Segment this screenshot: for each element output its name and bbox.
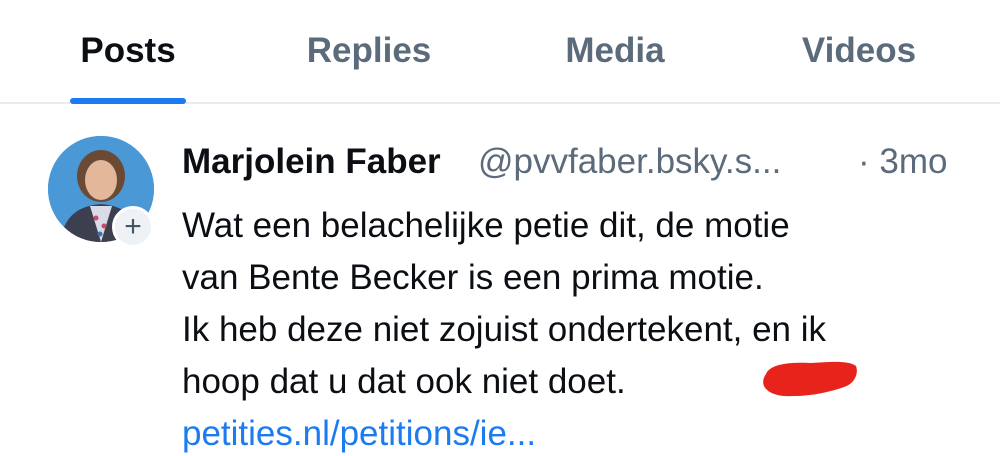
post-link[interactable]: petities.nl/petitions/ie... (182, 408, 972, 456)
tab-posts[interactable]: Posts (70, 0, 186, 104)
tab-replies-label: Replies (306, 31, 432, 70)
post-text-line: van Bente Becker is een prima motie. (182, 258, 764, 297)
post-text-line: Ik heb deze niet zojuist ondertekent, en… (182, 310, 827, 349)
post-text: Wat een belachelijke petie dit, de motie… (182, 200, 972, 456)
tab-videos[interactable]: Videos (792, 0, 926, 102)
post-text-line: Wat een belachelijke petie dit, de motie (182, 206, 790, 245)
active-tab-indicator (70, 98, 186, 104)
author-name[interactable]: Marjolein Faber (182, 142, 441, 182)
tab-videos-label: Videos (801, 31, 917, 70)
tab-replies[interactable]: Replies (298, 0, 440, 102)
profile-tab-bar: Posts Replies Media Videos (0, 0, 1000, 104)
follow-button[interactable]: + (112, 206, 154, 248)
tab-media-label: Media (565, 31, 665, 70)
tab-posts-label: Posts (80, 31, 176, 70)
post-item[interactable]: + Marjolein Faber @pvvfaber.bsky.s... · … (0, 106, 1000, 456)
tab-media[interactable]: Media (556, 0, 674, 102)
post-header: Marjolein Faber @pvvfaber.bsky.s... · 3m… (182, 142, 972, 192)
post-timestamp[interactable]: · 3mo (858, 142, 947, 182)
plus-icon: + (124, 210, 142, 243)
author-handle[interactable]: @pvvfaber.bsky.s... (478, 142, 781, 182)
red-scribble-redaction (763, 361, 857, 397)
